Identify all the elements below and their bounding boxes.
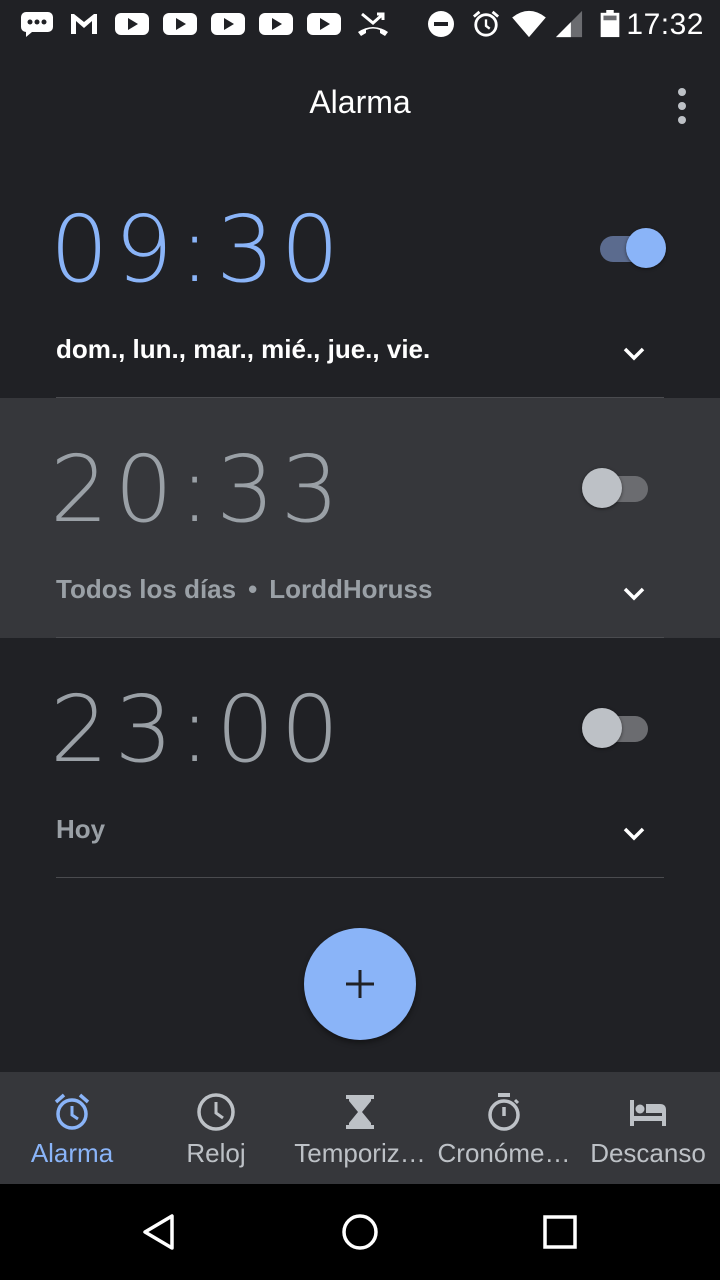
messages-icon [21,12,53,37]
tab-label: Cronóme… [437,1138,571,1168]
divider [56,877,664,878]
alarm-days-text: dom., lun., mar., mié., jue., vie. [56,334,431,364]
more-vert-icon [678,88,686,124]
expand-alarm-button[interactable] [620,340,648,368]
back-button[interactable] [140,1212,180,1252]
bed-icon [630,1100,666,1126]
stopwatch-icon [488,1093,520,1131]
alarm-label: LorddHoruss [269,574,433,604]
alarm-repeat-days: Todos los días • LorddHoruss [56,574,432,605]
clock-icon [197,1093,235,1131]
hourglass-icon [346,1095,374,1129]
tab-reloj[interactable]: Reloj [144,1072,288,1184]
alarm-toggle[interactable] [582,704,652,748]
home-button[interactable] [340,1212,380,1252]
add-alarm-button[interactable] [304,928,416,1040]
tab-temporizador[interactable]: Temporiz… [288,1072,432,1184]
chevron-down-icon [623,827,645,841]
status-time: 17:32 [626,8,704,41]
tab-alarma[interactable]: Alarma [0,1072,144,1184]
youtube-icon [115,13,149,35]
alarm-item[interactable]: 20:33 Todos los días • LorddHoruss [0,398,720,638]
alarm-days-text: Todos los días [56,574,237,604]
wifi-icon [512,10,546,38]
chevron-down-icon [623,587,645,601]
expand-alarm-button[interactable] [620,820,648,848]
gmail-icon [71,14,97,34]
alarm-item[interactable]: 09:30 dom., lun., mar., mié., jue., vie. [0,158,720,398]
alarm-toggle[interactable] [582,464,652,508]
recents-button[interactable] [540,1212,580,1252]
signal-icon [555,10,583,38]
alarm-icon [472,10,500,37]
alarm-toggle[interactable] [596,224,666,268]
tab-label: Alarma [30,1138,114,1168]
clock-app-screen: 17:32 Alarma 09:30 dom., lun., mar., mié… [0,0,720,1280]
alarm-time[interactable]: 23:00 [50,676,345,783]
alarm-item[interactable]: 23:00 Hoy [0,638,720,878]
missed-call-icon [358,12,388,36]
bottom-navigation: Alarma Reloj Temporiz… Cronóme… Descanso [0,1072,720,1184]
do-not-disturb-icon [428,11,454,37]
app-bar: Alarma [0,50,720,158]
youtube-icon [163,13,197,35]
alarm-time[interactable]: 09:30 [50,196,345,303]
battery-icon [600,10,620,38]
alarm-icon [54,1093,90,1130]
more-options-button[interactable] [670,86,694,126]
tab-label: Reloj [186,1138,246,1168]
alarm-repeat-days: Hoy [56,814,105,845]
alarm-repeat-days: dom., lun., mar., mié., jue., vie. [56,334,430,365]
separator-dot: • [248,574,258,604]
status-bar: 17:32 [0,0,720,50]
alarm-days-text: Hoy [56,814,106,844]
chevron-down-icon [623,347,645,361]
youtube-icon [307,13,341,35]
youtube-icon [259,13,293,35]
tab-label: Descanso [590,1138,706,1168]
alarm-time[interactable]: 20:33 [50,436,345,543]
tab-label: Temporiz… [294,1138,426,1168]
tab-cronometro[interactable]: Cronóme… [432,1072,576,1184]
page-title: Alarma [309,84,411,120]
youtube-icon [211,13,245,35]
recents-icon [543,1215,577,1249]
expand-alarm-button[interactable] [620,580,648,608]
system-navigation-bar [0,1184,720,1280]
add-icon [346,970,374,998]
tab-descanso[interactable]: Descanso [576,1072,720,1184]
home-icon [342,1214,378,1250]
back-icon [143,1214,174,1250]
